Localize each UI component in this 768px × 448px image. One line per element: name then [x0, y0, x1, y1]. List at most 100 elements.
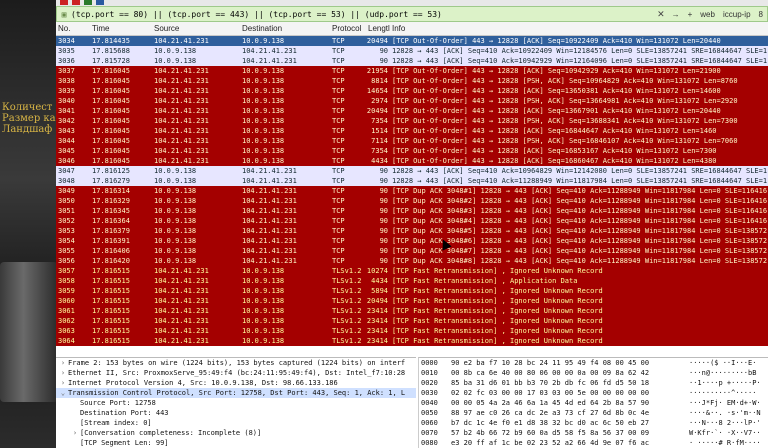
column-header-info[interactable]: Info [392, 24, 405, 33]
cell-protocol: TCP [332, 107, 345, 115]
cell-no: 3051 [58, 207, 75, 215]
clear-filter-icon[interactable]: ✕ [654, 9, 668, 20]
packet-row[interactable]: 3057 17.816515 104.21.41.231 10.0.9.138 TLSv… [56, 266, 768, 276]
detail-text: Source Port: 12758 [80, 399, 156, 407]
filter-button-web[interactable]: web [696, 10, 719, 19]
cell-protocol: TCP [332, 37, 345, 45]
column-header-destination[interactable]: Destination [242, 24, 282, 33]
hex-line[interactable]: 0080 e3 20 ff af 1c be 02 23 52 a2 66 4d … [419, 438, 768, 448]
cell-length: 4434 [371, 157, 388, 165]
packet-row[interactable]: 3041 17.816045 104.21.41.231 10.0.9.138 TCP 2… [56, 106, 768, 116]
detail-tree-item[interactable]: › Ethernet II, Src: ProxmoxServe_95:49:f4… [56, 368, 416, 378]
packet-row[interactable]: 3043 17.816045 104.21.41.231 10.0.9.138 TCP 1… [56, 126, 768, 136]
packet-row[interactable]: 3038 17.816045 104.21.41.231 10.0.9.138 TCP 8… [56, 76, 768, 86]
background-device-image [0, 262, 58, 402]
packet-row[interactable]: 3036 17.815728 10.0.9.138 104.21.41.231 TCP 9… [56, 56, 768, 66]
hex-line[interactable]: 0000 90 e2 ba f7 10 28 bc 24 11 95 49 f4 … [419, 358, 768, 368]
hex-ascii: ···J*Fj· EM·d+·W· [689, 399, 761, 407]
packet-row[interactable]: 3056 17.816420 10.0.9.138 104.21.41.231 TCP 9… [56, 256, 768, 266]
column-header-length[interactable]: Lengtl [368, 24, 390, 33]
packet-row[interactable]: 3049 17.816314 10.0.9.138 104.21.41.231 TCP 9… [56, 186, 768, 196]
hex-line[interactable]: 0020 85 ba 31 d6 01 bb b3 70 2b db fc 06 … [419, 378, 768, 388]
expand-arrow-icon[interactable]: ⌄ [58, 388, 68, 398]
restart-capture-icon[interactable] [72, 0, 80, 5]
packet-row[interactable]: 3058 17.816515 104.21.41.231 10.0.9.138 TLSv… [56, 276, 768, 286]
hex-line[interactable]: 0060 b7 dc 1c 4e f0 e1 d8 38 32 bc d0 ac … [419, 418, 768, 428]
apply-filter-arrow-icon[interactable]: → [668, 10, 684, 19]
packet-row[interactable]: 3034 17.814435 104.21.41.231 10.0.9.138 TCP 2… [56, 36, 768, 46]
hex-line[interactable]: 0030 02 02 fc 03 00 00 17 03 03 00 5e 00 … [419, 388, 768, 398]
cell-info: [TCP Fast Retransmission] , Ignored Unkn… [392, 307, 603, 315]
cell-time: 17.816045 [92, 107, 130, 115]
packet-row[interactable]: 3050 17.816329 10.0.9.138 104.21.41.231 TCP 9… [56, 196, 768, 206]
packet-row[interactable]: 3040 17.816045 104.21.41.231 10.0.9.138 TCP 2… [56, 96, 768, 106]
packet-row[interactable]: 3045 17.816045 104.21.41.231 10.0.9.138 TCP 7… [56, 146, 768, 156]
hex-bytes: b7 dc 1c 4e f0 e1 d8 38 32 bc d0 ac 6c 5… [451, 419, 650, 427]
packet-row[interactable]: 3042 17.816045 104.21.41.231 10.0.9.138 TCP 7… [56, 116, 768, 126]
detail-tree-item[interactable]: ⌄ Transmission Control Protocol, Src Port… [56, 388, 416, 398]
cell-no: 3048 [58, 177, 75, 185]
hex-ascii: ···n@·········bB [689, 369, 757, 377]
packet-row[interactable]: 3059 17.816515 104.21.41.231 10.0.9.138 TLSv… [56, 286, 768, 296]
packet-row[interactable]: 3046 17.816045 104.21.41.231 10.0.9.138 TCP 4… [56, 156, 768, 166]
detail-tree-item[interactable]: › Internet Protocol Version 4, Src: 10.0.… [56, 378, 416, 388]
expand-arrow-icon[interactable]: › [58, 358, 68, 368]
cell-protocol: TCP [332, 197, 345, 205]
cell-source: 10.0.9.138 [154, 47, 197, 55]
detail-text: [Conversation completeness: Incomplete (… [80, 429, 262, 437]
packet-row[interactable]: 3052 17.816364 10.0.9.138 104.21.41.231 TCP 9… [56, 216, 768, 226]
packet-list[interactable]: 3034 17.814435 104.21.41.231 10.0.9.138 TCP 2… [56, 36, 768, 356]
packet-row[interactable]: 3048 17.816279 10.0.9.138 104.21.41.231 TCP 9… [56, 176, 768, 186]
packet-row[interactable]: 3035 17.815688 10.0.9.138 104.21.41.231 TCP 9… [56, 46, 768, 56]
add-filter-button[interactable]: + [684, 10, 697, 19]
packet-row[interactable]: 3061 17.816515 104.21.41.231 10.0.9.138 TLSv… [56, 306, 768, 316]
filter-button-8[interactable]: 8 [755, 10, 767, 19]
cell-info: [TCP Dup ACK 3048#4] 12828 → 443 [ACK] S… [392, 217, 768, 225]
detail-tree-item[interactable]: › [Conversation completeness: Incomplete … [56, 428, 416, 438]
cell-length: 4434 [371, 277, 388, 285]
column-header-no[interactable]: No. [58, 24, 70, 33]
stop-capture-icon[interactable] [60, 0, 68, 5]
hex-line[interactable]: 0010 00 8b ca 6e 40 00 80 06 00 00 0a 00 … [419, 368, 768, 378]
display-filter-bar[interactable]: ▣ (tcp.port == 80) || (tcp.port == 443) … [56, 6, 768, 22]
filter-button-iccup-ip[interactable]: iccup-ip [719, 10, 755, 19]
packet-row[interactable]: 3037 17.816045 104.21.41.231 10.0.9.138 TCP 2… [56, 66, 768, 76]
packet-row[interactable]: 3060 17.816515 104.21.41.231 10.0.9.138 TLSv… [56, 296, 768, 306]
hex-line[interactable]: 0050 88 97 ae c0 26 ca dc 2e a3 73 cf 27 … [419, 408, 768, 418]
cell-time: 17.816391 [92, 237, 130, 245]
column-header-protocol[interactable]: Protocol [332, 24, 361, 33]
detail-tree-item[interactable]: [Stream index: 0] [56, 418, 416, 428]
cell-source: 104.21.41.231 [154, 87, 209, 95]
expand-arrow-icon[interactable]: › [58, 368, 68, 378]
packet-row[interactable]: 3053 17.816379 10.0.9.138 104.21.41.231 TCP 9… [56, 226, 768, 236]
packet-details-pane[interactable]: › Frame 2: 153 bytes on wire (1224 bits),… [56, 357, 416, 448]
detail-tree-item[interactable]: [TCP Segment Len: 99] [56, 438, 416, 448]
column-header-source[interactable]: Source [154, 24, 179, 33]
cell-time: 17.816515 [92, 267, 130, 275]
hex-line[interactable]: 0040 00 00 05 4a 2a 46 6a 1a 45 4d ed 64 … [419, 398, 768, 408]
packet-row[interactable]: 3047 17.816125 10.0.9.138 104.21.41.231 TCP 9… [56, 166, 768, 176]
detail-tree-item[interactable]: › Frame 2: 153 bytes on wire (1224 bits),… [56, 358, 416, 368]
packet-bytes-pane[interactable]: 0000 90 e2 ba f7 10 28 bc 24 11 95 49 f4 … [418, 357, 768, 448]
start-capture-icon[interactable] [84, 0, 92, 5]
options-icon[interactable] [96, 0, 104, 5]
expand-arrow-icon[interactable]: › [58, 378, 68, 388]
packet-row[interactable]: 3044 17.816045 104.21.41.231 10.0.9.138 TCP 7… [56, 136, 768, 146]
column-header-time[interactable]: Time [92, 24, 109, 33]
packet-row[interactable]: 3062 17.816515 104.21.41.231 10.0.9.138 TLSv… [56, 316, 768, 326]
packet-row[interactable]: 3063 17.816515 104.21.41.231 10.0.9.138 TLSv… [56, 326, 768, 336]
packet-row[interactable]: 3055 17.816406 10.0.9.138 104.21.41.231 TCP 9… [56, 246, 768, 256]
filter-bookmark-icon[interactable]: ▣ [57, 10, 71, 19]
cell-protocol: TCP [332, 227, 345, 235]
detail-tree-item[interactable]: Source Port: 12758 [56, 398, 416, 408]
packet-row[interactable]: 3064 17.816515 104.21.41.231 10.0.9.138 TLSv… [56, 336, 768, 346]
detail-tree-item[interactable]: Destination Port: 443 [56, 408, 416, 418]
packet-row[interactable]: 3051 17.816345 10.0.9.138 104.21.41.231 TCP 9… [56, 206, 768, 216]
packet-row[interactable]: 3054 17.816391 10.0.9.138 104.21.41.231 TCP 9… [56, 236, 768, 246]
hex-line[interactable]: 0070 57 b2 4b 66 72 b9 60 0a d5 58 f5 8a … [419, 428, 768, 438]
cell-info: [TCP Out-Of-Order] 443 → 12828 [ACK] Seq… [392, 147, 717, 155]
cell-protocol: TCP [332, 247, 345, 255]
packet-row[interactable]: 3039 17.816045 104.21.41.231 10.0.9.138 TCP 1… [56, 86, 768, 96]
display-filter-input[interactable]: (tcp.port == 80) || (tcp.port == 443) ||… [71, 10, 654, 19]
expand-arrow-icon[interactable]: › [70, 428, 80, 438]
